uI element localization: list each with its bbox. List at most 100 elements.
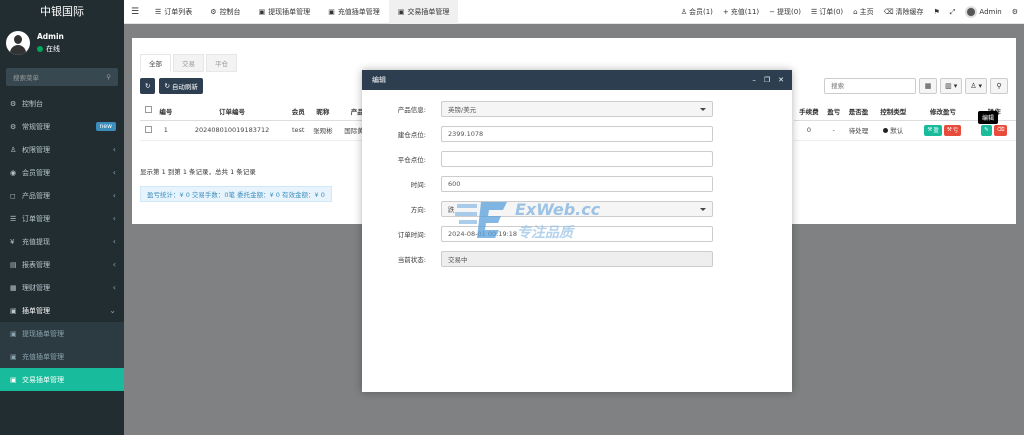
time-input[interactable]: 600 (441, 176, 713, 192)
square-icon: ▣ (258, 7, 266, 16)
tab-all[interactable]: 全部 (140, 54, 171, 72)
product-select[interactable]: 英镑/美元 (441, 101, 713, 117)
recharge-count-link[interactable]: + 充值(11) (723, 7, 759, 17)
form-row-status: 当前状态: 交易中 (362, 250, 792, 268)
tab-dashboard[interactable]: ⚙ 控制台 (201, 0, 249, 24)
user-name: Admin (37, 32, 64, 41)
advanced-search-button[interactable]: ⚲ (990, 78, 1008, 94)
col-header-order-no[interactable]: 订单编号 (175, 102, 289, 121)
set-win-button[interactable]: ⚒ 盈 (924, 124, 942, 136)
set-loss-button[interactable]: ⚒ 亏 (943, 124, 962, 136)
menu-toggle-icon[interactable]: ☰ (124, 7, 146, 17)
tab-recharge-insert[interactable]: ▣ 充值插单管理 (319, 0, 389, 24)
table-header-row: 编号 订单编号 会员 昵称 产品 (140, 102, 377, 121)
settings-gear-icon[interactable]: ⚙ (1012, 8, 1018, 16)
menu-search-placeholder: 搜索菜单 (13, 74, 39, 82)
sidebar-subitem-trade-insert[interactable]: ▣ 交易插单管理 (0, 368, 124, 391)
sidebar-subitem-withdraw-insert[interactable]: ▣ 提现插单管理 (0, 322, 124, 345)
stats-bar: 盈亏统计：¥ 0 交易手数：0笔 委托金额：¥ 0 有效金额：¥ 0 (140, 186, 332, 202)
sidebar-item-products[interactable]: ◻ 产品管理 ‹ (0, 184, 124, 207)
admin-user-menu[interactable]: Admin (965, 6, 1002, 18)
col-header-fee[interactable]: 手续费 (794, 102, 824, 121)
row-checkbox[interactable] (144, 125, 152, 133)
sidebar-item-insert-orders[interactable]: ▣ 插单管理 ⌄ (0, 299, 124, 322)
brand-title[interactable]: 中银国际 (0, 0, 124, 24)
orders-count-link[interactable]: ☰ 订单(0) (811, 7, 843, 17)
grid-icon: ▥ (945, 82, 952, 90)
chevron-left-icon: ‹ (112, 191, 116, 200)
close-price-input[interactable] (441, 151, 713, 167)
language-icon[interactable]: ⚑ (934, 8, 940, 16)
close-icon[interactable]: ✕ (778, 76, 784, 84)
chevron-down-icon: ⌄ (109, 306, 116, 315)
withdraw-count-link[interactable]: − 提现(0) (769, 7, 801, 17)
open-price-input[interactable]: 2399.1078 (441, 126, 713, 142)
col-header-member[interactable]: 会员 (288, 102, 309, 121)
select-all-checkbox[interactable] (144, 106, 152, 114)
sidebar-item-recharge[interactable]: ¥ 充值提现 ‹ (0, 230, 124, 253)
tab-trading[interactable]: 交易 (173, 54, 204, 72)
col-header-nickname[interactable]: 昵称 (308, 102, 338, 121)
minus-icon: − (769, 8, 776, 16)
home-link[interactable]: ⌂ 主页 (853, 7, 873, 17)
menu-search-input[interactable]: 搜索菜单 ⚲ (6, 68, 118, 86)
list-icon: ☰ (10, 214, 17, 223)
pagination-info: 显示第 1 到第 1 条记录，总共 1 条记录 (140, 168, 256, 176)
fullscreen-icon[interactable]: ⤢ (950, 8, 956, 17)
cell-is-profit: 待处理 (843, 120, 874, 141)
refresh-icon: ↻ (145, 82, 151, 90)
minimize-icon[interactable]: – (752, 76, 756, 84)
form-row-open-price: 建仓点位: 2399.1078 (362, 125, 792, 143)
search-icon[interactable]: ⚲ (106, 73, 111, 81)
sidebar-item-orders[interactable]: ☰ 订单管理 ‹ (0, 207, 124, 230)
form-row-close-price: 平仓点位: (362, 150, 792, 168)
tab-closed[interactable]: 平仓 (206, 54, 237, 72)
sidebar-item-dashboard[interactable]: ⚙ 控制台 (0, 92, 124, 115)
tab-withdraw-insert[interactable]: ▣ 提现插单管理 (250, 0, 320, 24)
square-icon: ▣ (10, 306, 17, 315)
delete-button[interactable]: ⌫ (993, 124, 1008, 136)
status-label: 在线 (46, 45, 60, 53)
sidebar-item-members[interactable]: ◉ 会员管理 ‹ (0, 161, 124, 184)
maximize-icon[interactable]: ❐ (764, 76, 770, 84)
members-count-link[interactable]: ♙ 会员(1) (681, 7, 713, 17)
auto-refresh-button[interactable]: ↻ 自动刷新 (159, 78, 203, 94)
watermark: ExWeb.cc 专注品质 (455, 192, 625, 250)
table-search-input[interactable] (824, 78, 917, 94)
table-tools: ▦ ▥▾ ♙▾ ⚲ (824, 78, 1008, 94)
col-header-id[interactable]: 编号 (156, 102, 176, 121)
plus-icon: + (722, 8, 729, 16)
sidebar-item-auth[interactable]: ♙ 权限管理 ‹ (0, 138, 124, 161)
refresh-button[interactable]: ↻ (140, 78, 156, 94)
sidebar-item-finance[interactable]: ▦ 理财管理 ‹ (0, 276, 124, 299)
search-icon: ⚲ (996, 82, 1002, 90)
top-navbar: ☰ ☰ 订单列表 ⚙ 控制台 ▣ 提现插单管理 ▣ 充值插单管理 ▣ 交易插单管… (124, 0, 1024, 24)
table-icon: ▦ (924, 82, 932, 90)
user-circle-icon: ◉ (10, 168, 17, 177)
toggle-view-button[interactable]: ▦ (919, 78, 938, 94)
col-header-pnl[interactable]: 盈亏 (823, 102, 844, 121)
col-header-control[interactable]: 控制类型 (873, 102, 914, 121)
clear-cache-link[interactable]: ⌫ 清除缓存 (884, 7, 924, 17)
tab-trade-insert[interactable]: ▣ 交易插单管理 (388, 0, 459, 24)
sidebar: 中银国际 Admin 在线 搜索菜单 ⚲ ⚙ 控制台 ⚙ 常规管理 new ♙ … (0, 0, 124, 435)
export-button[interactable]: ♙ ▾ (965, 78, 987, 94)
dashboard-icon: ⚙ (10, 99, 17, 108)
cell-nickname: 张观彬 (308, 120, 338, 141)
square-icon: ▣ (328, 7, 335, 16)
tab-order-list[interactable]: ☰ 订单列表 (146, 0, 201, 24)
sidebar-item-reports[interactable]: ▤ 报表管理 ‹ (0, 253, 124, 276)
col-header-is-profit[interactable]: 是否盈 (843, 102, 874, 121)
list-icon: ☰ (155, 7, 162, 16)
gavel-icon: ⚒ (946, 127, 952, 133)
columns-button[interactable]: ▥ ▾ (940, 78, 963, 94)
sidebar-item-general[interactable]: ⚙ 常规管理 new (0, 115, 124, 138)
user-icon: ♙ (680, 8, 687, 16)
topbar-right: ♙ 会员(1) + 充值(11) − 提现(0) ☰ 订单(0) ⌂ 主页 ⌫ … (681, 0, 1018, 24)
col-header-modify-pnl[interactable]: 修改盈亏 (913, 102, 973, 121)
cell-order-no: 202408010019183712 (175, 120, 289, 141)
refresh-icon: ↻ (164, 82, 170, 90)
sidebar-subitem-recharge-insert[interactable]: ▣ 充值插单管理 (0, 345, 124, 368)
edit-button[interactable]: ✎ (981, 124, 992, 136)
cell-modify-pnl: ⚒ 盈 ⚒ 亏 (913, 120, 973, 141)
